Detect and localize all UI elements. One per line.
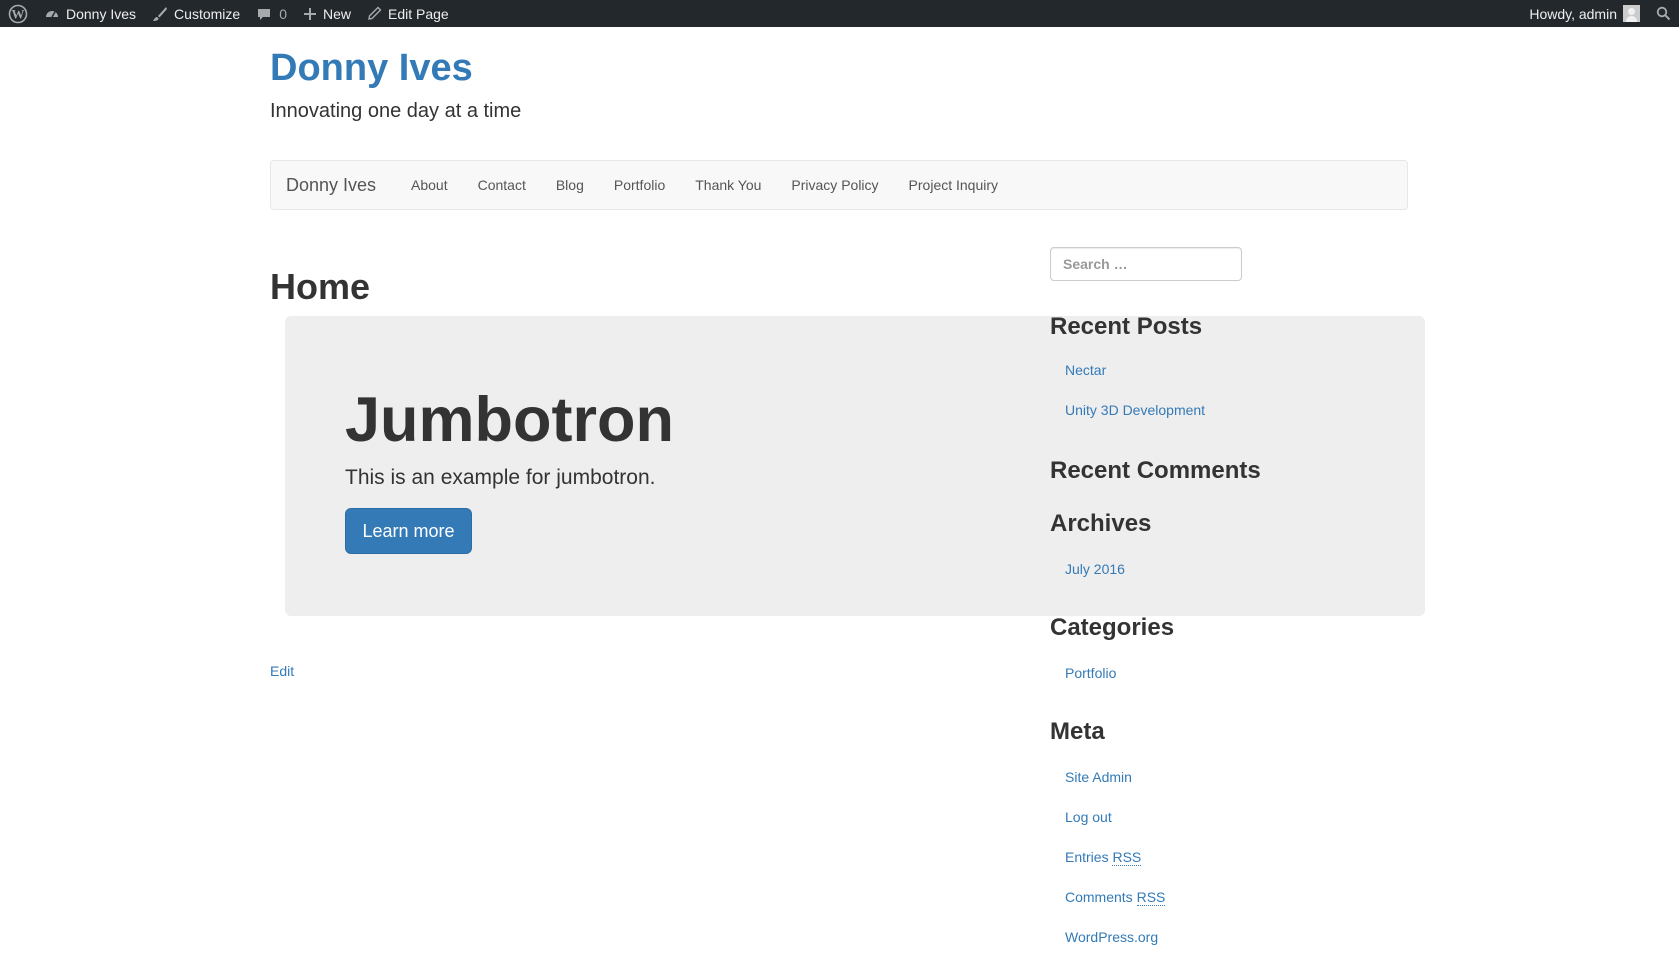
customize-button[interactable]: Customize: [144, 0, 248, 27]
archives-title: Archives: [1050, 510, 1152, 537]
edit-page-button[interactable]: Edit Page: [359, 0, 457, 27]
categories-title: Categories: [1050, 614, 1175, 641]
comments-count: 0: [279, 5, 287, 22]
learn-more-button[interactable]: Learn more: [345, 508, 472, 554]
site-title-link[interactable]: Donny Ives: [270, 47, 473, 89]
recent-comments-title: Recent Comments: [1050, 457, 1261, 484]
nav-menu: About Contact Blog Portfolio Thank You P…: [396, 161, 1013, 209]
comments-rss-link[interactable]: Comments RSS: [1065, 888, 1166, 906]
comment-bubble-icon: [258, 8, 271, 20]
recent-post-link[interactable]: Unity 3D Development: [1065, 401, 1205, 419]
wordpress-logo-icon: W: [8, 4, 28, 23]
comments-rss-prefix: Comments: [1065, 889, 1137, 905]
jumbotron-text: This is an example for jumbotron.: [345, 466, 656, 489]
new-label: New: [322, 5, 351, 22]
wordpress-logo-button[interactable]: W: [0, 0, 36, 27]
dashboard-icon: [46, 10, 58, 17]
edit-page-label: Edit Page: [388, 5, 449, 22]
entries-rss-link[interactable]: Entries RSS: [1065, 848, 1142, 866]
customize-label: Customize: [174, 5, 241, 22]
recent-post-link[interactable]: Nectar: [1065, 361, 1106, 379]
main-navbar: Donny Ives About Contact Blog Portfolio …: [270, 160, 1408, 210]
recent-posts-title: Recent Posts: [1050, 313, 1203, 340]
site-name-button[interactable]: Donny Ives: [36, 0, 144, 27]
admin-search-button[interactable]: [1648, 0, 1679, 27]
site-description: Innovating one day at a time: [270, 100, 522, 122]
site-admin-link[interactable]: Site Admin: [1065, 768, 1132, 786]
avatar: [1623, 5, 1640, 22]
howdy-label: Howdy, admin: [1529, 5, 1617, 22]
nav-item-contact[interactable]: Contact: [463, 161, 541, 209]
jumbotron-heading: Jumbotron: [345, 385, 674, 455]
page-title: Home: [270, 266, 371, 307]
search-icon: [1656, 6, 1671, 21]
archive-link[interactable]: July 2016: [1065, 560, 1125, 578]
entries-rss-prefix: Entries: [1065, 849, 1113, 865]
nav-item-project-inquiry[interactable]: Project Inquiry: [894, 161, 1013, 209]
nav-item-about[interactable]: About: [396, 161, 463, 209]
nav-item-thank-you[interactable]: Thank You: [680, 161, 776, 209]
my-account-button[interactable]: Howdy, admin: [1521, 0, 1648, 27]
wordpress-org-link[interactable]: WordPress.org: [1065, 928, 1158, 946]
nav-item-privacy-policy[interactable]: Privacy Policy: [776, 161, 893, 209]
category-link[interactable]: Portfolio: [1065, 664, 1116, 682]
rss-abbr: RSS: [1136, 889, 1166, 906]
svg-text:W: W: [12, 6, 25, 21]
comments-button[interactable]: 0: [248, 0, 295, 27]
rss-abbr: RSS: [1112, 849, 1142, 866]
search-input[interactable]: [1050, 247, 1242, 281]
log-out-link[interactable]: Log out: [1065, 808, 1112, 826]
edit-link[interactable]: Edit: [270, 663, 294, 679]
plus-icon: [303, 7, 316, 20]
site-name-label: Donny Ives: [66, 5, 137, 22]
paintbrush-icon: [153, 6, 168, 21]
pencil-icon: [368, 6, 382, 20]
meta-title: Meta: [1050, 718, 1105, 745]
new-button[interactable]: New: [295, 0, 359, 27]
admin-bar: W Donny Ives Customize 0 New Edit Page H…: [0, 0, 1679, 27]
nav-item-blog[interactable]: Blog: [541, 161, 599, 209]
site-title[interactable]: Donny Ives: [270, 44, 473, 92]
nav-item-portfolio[interactable]: Portfolio: [599, 161, 680, 209]
navbar-brand[interactable]: Donny Ives: [286, 161, 376, 209]
